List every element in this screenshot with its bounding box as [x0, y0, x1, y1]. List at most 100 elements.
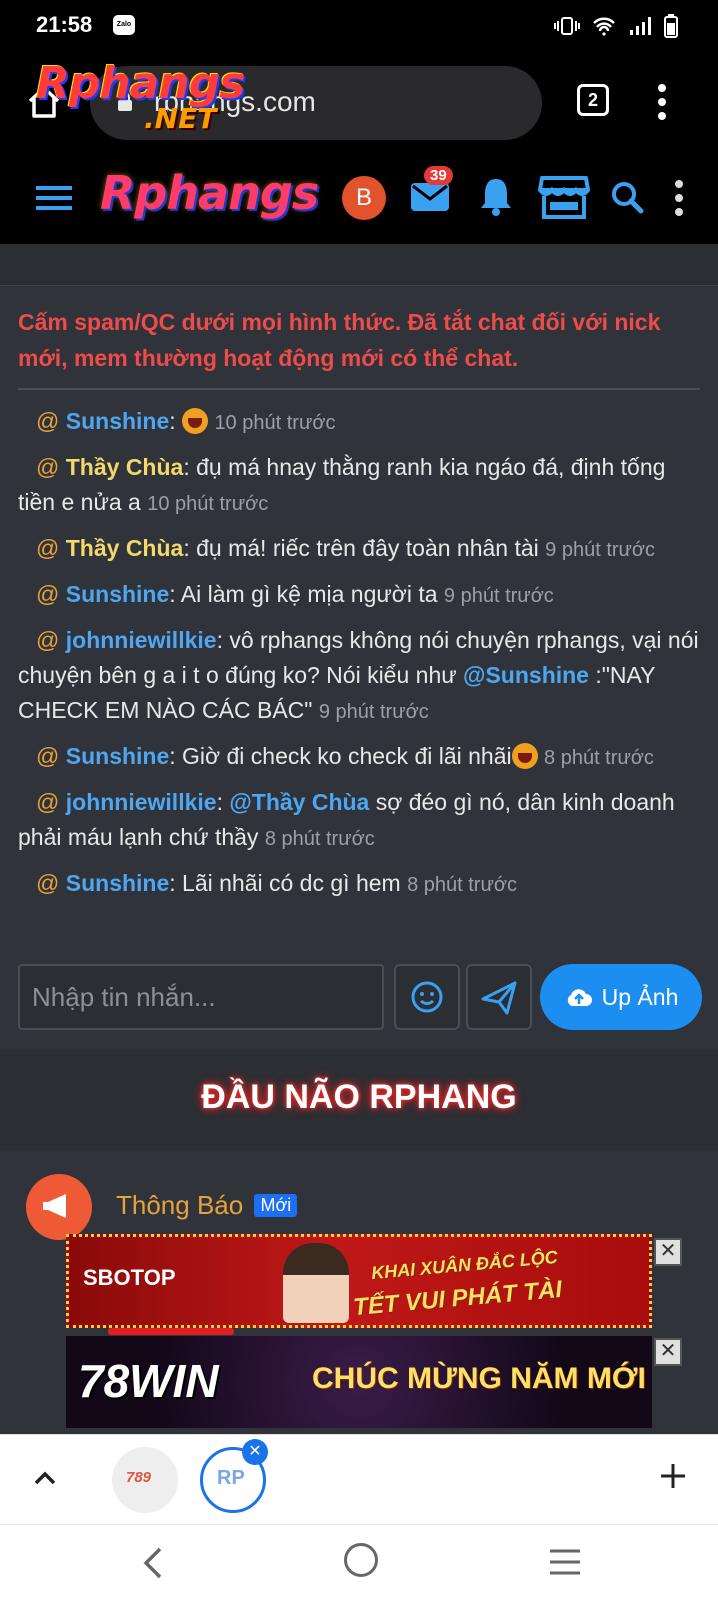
back-icon[interactable]: [138, 1545, 166, 1581]
send-button[interactable]: [466, 964, 532, 1030]
at-sign: @: [36, 454, 60, 480]
username[interactable]: Sunshine: [66, 581, 170, 607]
timestamp: 9 phút trước: [318, 701, 429, 723]
tab-close-button[interactable]: ✕: [242, 1439, 268, 1465]
chat-notice: Cấm spam/QC dưới mọi hình thức. Đã tắt c…: [18, 309, 661, 371]
upload-image-button[interactable]: Up Ảnh: [540, 964, 702, 1030]
wifi-icon: [593, 17, 615, 36]
message-text: đụ má! riếc trên đây toàn nhân tài: [189, 535, 539, 561]
tab-rphangs-label: RP: [217, 1467, 245, 1489]
divider: [18, 388, 700, 390]
user-mention[interactable]: @Sunshine: [463, 662, 589, 688]
ad-close-button[interactable]: ✕: [654, 1338, 682, 1366]
ad-banner-78win[interactable]: 78WIN CHÚC MỪNG NĂM MỚI: [66, 1336, 652, 1428]
status-bar: 21:58 Zalo: [0, 0, 718, 52]
username[interactable]: Sunshine: [66, 870, 170, 896]
emoji-button[interactable]: [394, 964, 460, 1030]
timestamp: 8 phút trước: [264, 828, 375, 850]
forum-more-icon[interactable]: [674, 178, 684, 218]
top-strip: [0, 244, 718, 286]
battery-icon: [664, 14, 678, 38]
at-sign: @: [36, 535, 60, 561]
at-sign: @: [36, 408, 60, 434]
chat-message: @ Sunshine: 10 phút trước: [18, 404, 700, 441]
username[interactable]: Sunshine: [66, 408, 170, 434]
url-text: rphangs.com: [154, 86, 316, 117]
forum-logo[interactable]: Rphangs: [100, 166, 319, 220]
smiley-icon: [411, 981, 443, 1013]
timestamp: 9 phút trước: [443, 585, 554, 607]
ad-slogan: CHÚC MỪNG NĂM MỚI: [312, 1362, 646, 1395]
laughing-emoji-icon: [511, 743, 538, 769]
store-icon[interactable]: [538, 174, 590, 220]
ad-banner-sbotop[interactable]: SBOTOP KHAI XUÂN ĐẮC LỘC TẾT VUI PHÁT TÀ…: [66, 1234, 652, 1328]
megaphone-icon: [43, 1194, 66, 1218]
username[interactable]: johnniewillkie: [66, 789, 217, 815]
separator: :: [216, 789, 223, 815]
mail-badge: 39: [424, 166, 453, 185]
message-input[interactable]: [18, 964, 384, 1030]
new-badge: Mới: [254, 1194, 298, 1217]
timestamp: 10 phút trước: [214, 412, 336, 434]
ad-brand: SBOTOP: [83, 1265, 176, 1290]
username[interactable]: Thầy Chùa: [66, 454, 184, 480]
username[interactable]: johnniewillkie: [66, 627, 217, 653]
chat-message: @ johnniewillkie: @Thầy Chùa sợ đéo gì n…: [18, 785, 700, 857]
ad-brand: 78WIN: [78, 1355, 219, 1407]
chat-message: @ Sunshine: Ai làm gì kệ mịa người ta 9 …: [18, 577, 700, 614]
chat-message: @ Thầy Chùa: đụ má hnay thằng ranh kia n…: [18, 450, 700, 522]
home-nav-button[interactable]: [344, 1543, 378, 1577]
post-title[interactable]: Thông Báo Mới: [116, 1190, 298, 1221]
status-time: 21:58: [36, 12, 93, 37]
chat-input-row: Up Ảnh: [18, 964, 702, 1030]
user-mention[interactable]: @Thầy Chùa: [229, 789, 369, 815]
separator: :: [169, 408, 176, 434]
message-text: Lãi nhãi có dc gì hem: [175, 870, 401, 896]
lock-icon: [118, 92, 132, 111]
ad-close-button[interactable]: ✕: [654, 1238, 682, 1266]
timestamp: 9 phút trước: [545, 539, 656, 561]
timestamp: 8 phút trước: [407, 874, 517, 896]
forum-header: Rphangs B 39: [0, 152, 718, 244]
address-bar[interactable]: rphangs.com: [90, 66, 542, 140]
chat-message: @ Sunshine: Giờ đi check ko check đi lãi…: [18, 739, 700, 776]
section-title: ĐẦU NÃO RPHANG: [201, 1078, 517, 1116]
chat-message: @ Sunshine: Lãi nhãi có dc gì hem 8 phút…: [18, 866, 700, 903]
menu-icon[interactable]: [36, 184, 72, 212]
tab-switcher-button[interactable]: 2: [577, 84, 609, 116]
chat-messages[interactable]: @ Sunshine: 10 phút trước @ Thầy Chùa: đ…: [18, 404, 700, 944]
chatbox: Cấm spam/QC dưới mọi hình thức. Đã tắt c…: [0, 286, 718, 1050]
status-icons: [554, 14, 678, 38]
search-icon[interactable]: [610, 180, 644, 214]
tab-789[interactable]: 789: [112, 1447, 178, 1513]
at-sign: @: [36, 581, 60, 607]
username[interactable]: Thầy Chùa: [66, 535, 184, 561]
announcement-avatar[interactable]: [26, 1174, 92, 1240]
send-icon: [481, 981, 517, 1015]
home-icon[interactable]: [24, 82, 64, 122]
more-vert-icon[interactable]: [656, 82, 668, 122]
ad-model-image: [283, 1243, 349, 1323]
message-text: Giờ đi check ko check đi lãi nhãi: [175, 743, 512, 769]
bell-icon[interactable]: [478, 176, 514, 216]
section-header: ĐẦU NÃO RPHANG: [0, 1050, 718, 1150]
tab-789-label: 789: [126, 1469, 152, 1486]
browser-tab-strip: 789 RP ✕: [0, 1434, 718, 1524]
laughing-emoji-icon: [182, 408, 209, 434]
timestamp: 10 phút trước: [147, 493, 269, 515]
plus-icon[interactable]: [658, 1461, 688, 1491]
recent-apps-icon[interactable]: [548, 1547, 582, 1577]
message-text: Ai làm gì kệ mịa người ta: [175, 581, 438, 607]
system-nav-bar: [0, 1524, 718, 1600]
signal-icon: [630, 17, 651, 35]
at-sign: @: [36, 743, 60, 769]
username[interactable]: Sunshine: [66, 743, 170, 769]
chat-message: @ Thầy Chùa: đụ má! riếc trên đây toàn n…: [18, 531, 700, 568]
avatar[interactable]: B: [342, 176, 386, 220]
browser-toolbar: rphangs.com Rphangs .NET 2: [0, 52, 718, 152]
upload-image-label: Up Ảnh: [601, 983, 679, 1010]
timestamp: 8 phút trước: [544, 747, 654, 769]
cloud-upload-icon: [567, 989, 592, 1006]
chat-message: @ johnniewillkie: vô rphangs không nói c…: [18, 623, 700, 730]
chevron-up-icon[interactable]: [30, 1463, 60, 1493]
